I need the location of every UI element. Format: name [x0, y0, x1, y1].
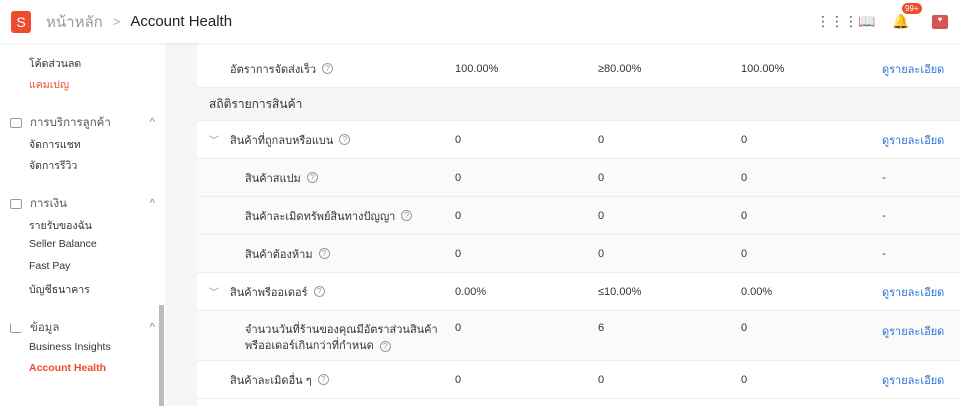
help-icon[interactable]: ?	[339, 134, 351, 145]
avatar[interactable]: ♥	[932, 14, 948, 29]
sidebar-item-business-insights[interactable]: Business Insights	[29, 341, 111, 353]
previous-value: 0	[741, 322, 748, 334]
table-row: จำนวนวันที่ร้านของคุณมีอัตราส่วนสินค้าพร…	[197, 311, 960, 361]
bell-icon[interactable]: 🔔 99+	[884, 3, 922, 30]
chevron-down-icon[interactable]: ﹀	[209, 284, 219, 299]
chevron-right-icon: >	[112, 14, 121, 29]
sidebar-group-data[interactable]: ข้อมูล ^	[10, 319, 155, 337]
previous-value: 0.00%	[741, 285, 773, 298]
sidebar-item-account-health[interactable]: Account Health	[29, 362, 106, 374]
table-row: อัตราการจัดส่งเร็ว? 100.00% ≥80.00% 100.…	[197, 50, 960, 88]
action-placeholder: -	[882, 247, 886, 260]
sidebar-scrollbar[interactable]	[159, 305, 164, 406]
help-icon[interactable]: ?	[318, 248, 330, 259]
previous-value: 0	[741, 373, 748, 386]
view-details-link[interactable]: ดูรายละเอียด	[882, 131, 944, 149]
help-icon[interactable]: ?	[306, 172, 318, 183]
row-label: สินค้าสแปม	[245, 172, 301, 185]
target-value: ≥80.00%	[598, 62, 642, 75]
chevron-up-icon: ^	[149, 322, 155, 334]
apps-grid-icon[interactable]: ⋮⋮⋮	[816, 13, 858, 30]
top-bar: S หน้าหลัก > Account Health ⋮⋮⋮ 📖 🔔 99+ ♥	[0, 0, 960, 43]
my-shop-value: 0	[455, 373, 462, 386]
chevron-up-icon: ^	[149, 117, 155, 129]
sidebar-item-chat[interactable]: จัดการแชท	[29, 136, 81, 153]
table-row: สินค้าสแปม? 0 0 0 -	[197, 159, 960, 197]
my-shop-value: 0.00%	[455, 285, 487, 298]
previous-value: 0	[741, 133, 748, 146]
row-label: จำนวนวันที่ร้านของคุณมีอัตราส่วนสินค้า	[245, 324, 438, 336]
target-value: 6	[598, 322, 605, 334]
row-label: สินค้าพรีออเดอร์	[230, 286, 308, 299]
help-icon[interactable]: ?	[317, 374, 329, 385]
row-label: สินค้าละเมิดอื่น ๆ	[230, 374, 312, 387]
sidebar: โค้ดส่วนลด แคมเปญ การบริการลูกค้า ^ จัดกา…	[0, 43, 165, 406]
target-value: 0	[598, 133, 605, 146]
sidebar-item-campaign[interactable]: แคมเปญ	[29, 76, 69, 93]
chevron-up-icon: ^	[149, 198, 155, 210]
previous-value: 0	[741, 247, 748, 260]
row-label: สินค้าละเมิดทรัพย์สินทางปัญญา	[245, 210, 396, 223]
my-shop-value: 100.00%	[455, 62, 499, 75]
help-icon[interactable]: ?	[401, 210, 413, 221]
my-shop-value: 0	[455, 247, 462, 260]
table-row: สินค้าต้องห้าม? 0 0 0 -	[197, 235, 960, 273]
sidebar-item-seller-balance[interactable]: Seller Balance	[29, 238, 97, 250]
account-health-table: อัตราการจัดส่งเร็ว? 100.00% ≥80.00% 100.…	[197, 43, 960, 406]
previous-value: 0	[741, 171, 748, 184]
target-value: 0	[598, 373, 605, 386]
sidebar-item-income[interactable]: รายรับของฉัน	[29, 217, 92, 234]
book-icon[interactable]: 📖	[850, 13, 884, 30]
table-row: ﹀ สินค้าที่ถูกลบหรือแบน? 0 0 0 ดูรายละเอียด	[197, 121, 960, 159]
page-title: Account Health	[130, 13, 233, 30]
table-row: สินค้าละเมิดทรัพย์สินทางปัญญา? 0 0 0 -	[197, 197, 960, 235]
help-icon[interactable]: ?	[379, 341, 391, 352]
target-value: 0	[598, 171, 605, 184]
table-row: ﹀ สินค้าพรีออเดอร์? 0.00% ≤10.00% 0.00% ดูร…	[197, 273, 960, 311]
action-placeholder: -	[882, 209, 886, 222]
breadcrumb-home[interactable]: หน้าหลัก	[46, 10, 103, 34]
action-placeholder: -	[882, 171, 886, 184]
previous-value: 100.00%	[741, 62, 785, 75]
chart-icon	[10, 323, 22, 333]
row-label: สินค้าต้องห้าม	[245, 248, 313, 261]
table-row: สินค้าละเมิดอื่น ๆ? 0 0 0 ดูรายละเอียด	[197, 361, 960, 399]
sidebar-item-voucher[interactable]: โค้ดส่วนลด	[29, 55, 81, 72]
shopee-logo[interactable]: S	[11, 10, 31, 33]
sidebar-item-bank-account[interactable]: บัญชีธนาคาร	[29, 281, 90, 298]
sidebar-group-finance[interactable]: การเงิน ^	[10, 195, 155, 213]
target-value: ≤10.00%	[598, 285, 642, 298]
view-details-link[interactable]: ดูรายละเอียด	[882, 371, 944, 389]
row-label: อัตราการจัดส่งเร็ว	[230, 63, 317, 76]
sidebar-group-customer-service[interactable]: การบริการลูกค้า ^	[10, 114, 155, 132]
wallet-icon	[10, 199, 22, 209]
my-shop-value: 0	[455, 133, 462, 146]
target-value: 0	[598, 209, 605, 222]
previous-value: 0	[741, 209, 748, 222]
help-icon[interactable]: ?	[313, 286, 325, 297]
row-label-line2: พรีออเดอร์เกินกว่าที่กำหนด	[245, 340, 374, 352]
chevron-down-icon[interactable]: ﹀	[209, 132, 219, 147]
target-value: 0	[598, 247, 605, 260]
view-details-link[interactable]: ดูรายละเอียด	[882, 283, 944, 301]
my-shop-value: 0	[455, 322, 462, 334]
notification-badge: 99+	[902, 3, 922, 14]
view-details-link[interactable]: ดูรายละเอียด	[882, 322, 944, 340]
row-label: สินค้าที่ถูกลบหรือแบน	[230, 134, 334, 147]
my-shop-value: 0	[455, 209, 462, 222]
help-icon[interactable]: ?	[322, 63, 334, 74]
sidebar-item-reviews[interactable]: จัดการรีวิว	[29, 157, 77, 174]
view-details-link[interactable]: ดูรายละเอียด	[882, 60, 944, 78]
sidebar-item-fast-pay[interactable]: Fast Pay	[29, 260, 70, 272]
chat-icon	[10, 118, 22, 128]
my-shop-value: 0	[455, 171, 462, 184]
section-header: สถิติรายการสินค้า	[197, 88, 960, 121]
